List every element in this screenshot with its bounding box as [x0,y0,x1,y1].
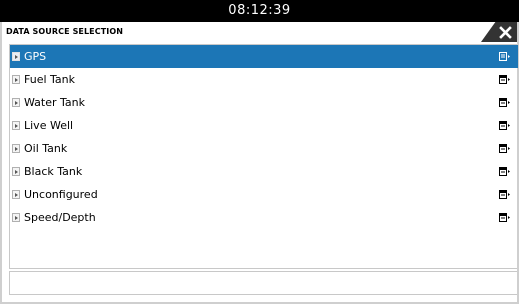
list-item-label: GPS [24,50,47,63]
data-source-dialog: DATA SOURCE SELECTION GPS Fuel Tank Wate… [0,22,519,304]
context-menu-icon[interactable] [499,167,511,176]
expand-arrow-icon[interactable] [12,121,20,130]
list-item-label: Water Tank [24,96,85,109]
source-list: GPS Fuel Tank Water Tank Live Well Oil T… [9,44,518,269]
list-item-speed-depth[interactable]: Speed/Depth [10,206,518,229]
list-item-oil-tank[interactable]: Oil Tank [10,137,518,160]
clock: 08:12:39 [228,3,291,18]
close-button[interactable] [481,22,517,42]
context-menu-icon[interactable] [499,98,511,107]
list-item-label: Unconfigured [24,188,98,201]
expand-arrow-icon[interactable] [12,213,20,222]
list-item-label: Oil Tank [24,142,68,155]
expand-arrow-icon[interactable] [12,52,20,61]
detail-bar [9,271,517,295]
context-menu-icon[interactable] [499,190,511,199]
list-item-unconfigured[interactable]: Unconfigured [10,183,518,206]
expand-arrow-icon[interactable] [12,98,20,107]
close-icon [499,26,512,39]
dialog-header: DATA SOURCE SELECTION [2,22,517,42]
list-item-label: Speed/Depth [24,211,96,224]
dialog-title: DATA SOURCE SELECTION [6,27,124,36]
list-item-gps[interactable]: GPS [10,45,518,68]
context-menu-icon[interactable] [499,75,511,84]
list-item-water-tank[interactable]: Water Tank [10,91,518,114]
expand-arrow-icon[interactable] [12,75,20,84]
list-item-black-tank[interactable]: Black Tank [10,160,518,183]
context-menu-icon[interactable] [499,144,511,153]
context-menu-icon[interactable] [499,121,511,130]
expand-arrow-icon[interactable] [12,144,20,153]
expand-arrow-icon[interactable] [12,190,20,199]
list-item-fuel-tank[interactable]: Fuel Tank [10,68,518,91]
list-item-label: Black Tank [24,165,83,178]
expand-arrow-icon[interactable] [12,167,20,176]
list-item-label: Fuel Tank [24,73,75,86]
list-item-live-well[interactable]: Live Well [10,114,518,137]
context-menu-icon[interactable] [499,52,511,61]
status-bar: 08:12:39 [0,0,519,22]
list-item-label: Live Well [24,119,74,132]
context-menu-icon[interactable] [499,213,511,222]
